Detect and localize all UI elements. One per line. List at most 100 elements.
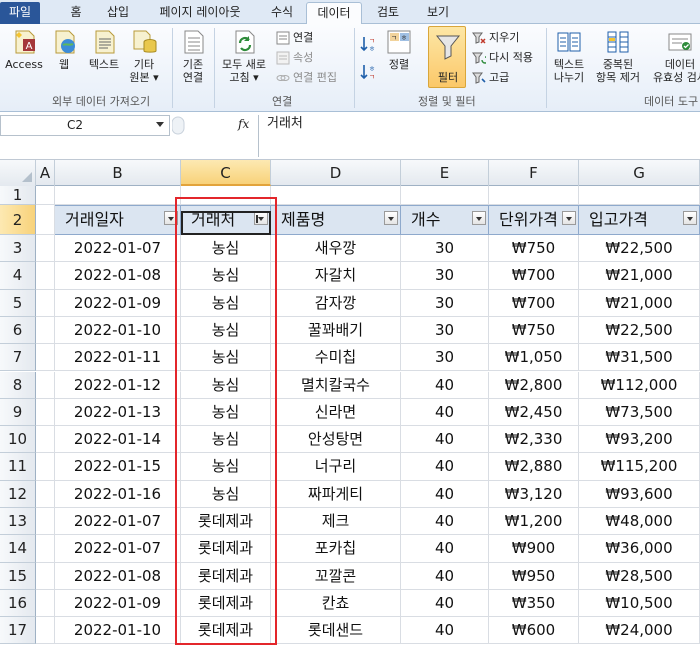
- cell-a2[interactable]: [36, 205, 55, 235]
- filter-dropdown-icon[interactable]: [683, 211, 697, 225]
- cell-f1[interactable]: [489, 186, 579, 205]
- tab-home[interactable]: 홈: [56, 2, 96, 24]
- table-cell[interactable]: ₩900: [489, 535, 579, 563]
- table-cell[interactable]: ₩2,880: [489, 453, 579, 481]
- cell-a15[interactable]: [36, 562, 55, 590]
- row-header-15[interactable]: 15: [0, 562, 36, 590]
- table-cell[interactable]: 안성탕면: [271, 426, 401, 454]
- table-cell[interactable]: 꼬깔콘: [271, 562, 401, 590]
- table-cell[interactable]: ₩950: [489, 562, 579, 590]
- table-cell[interactable]: 30: [401, 344, 489, 372]
- table-cell[interactable]: 30: [401, 316, 489, 345]
- table-cell[interactable]: 40: [401, 562, 489, 590]
- cell-a1[interactable]: [36, 186, 55, 205]
- table-cell[interactable]: 농심: [181, 426, 271, 454]
- table-cell[interactable]: 40: [401, 480, 489, 508]
- cell-a14[interactable]: [36, 535, 55, 563]
- table-cell[interactable]: ₩115,200: [579, 453, 700, 481]
- cell-a9[interactable]: [36, 398, 55, 427]
- tab-page-layout[interactable]: 페이지 레이아웃: [150, 2, 250, 24]
- filter-dropdown-icon[interactable]: [384, 211, 398, 225]
- table-cell[interactable]: 제크: [271, 508, 401, 536]
- row-header-1[interactable]: 1: [0, 186, 36, 205]
- cell-d1[interactable]: [271, 186, 401, 205]
- table-cell[interactable]: ₩28,500: [579, 562, 700, 590]
- table-cell[interactable]: 롯데제과: [181, 562, 271, 590]
- table-cell[interactable]: 30: [401, 235, 489, 263]
- row-header-9[interactable]: 9: [0, 398, 36, 427]
- filter-dropdown-icon[interactable]: [164, 211, 178, 225]
- cell-g1[interactable]: [579, 186, 700, 205]
- table-header-b[interactable]: 거래일자: [55, 205, 181, 235]
- table-cell[interactable]: 2022-01-07: [55, 235, 181, 263]
- select-all-corner[interactable]: [0, 160, 36, 186]
- cell-a16[interactable]: [36, 589, 55, 618]
- table-header-e[interactable]: 개수: [401, 205, 489, 235]
- table-cell[interactable]: 롯데샌드: [271, 617, 401, 645]
- table-cell[interactable]: 감자깡: [271, 289, 401, 317]
- table-cell[interactable]: 포카칩: [271, 535, 401, 563]
- row-header-11[interactable]: 11: [0, 453, 36, 481]
- table-cell[interactable]: ₩22,500: [579, 316, 700, 345]
- table-cell[interactable]: ₩700: [489, 262, 579, 290]
- table-header-c[interactable]: 거래처: [181, 205, 271, 235]
- edit-links-button[interactable]: 연결 편집: [276, 70, 337, 86]
- table-cell[interactable]: 40: [401, 617, 489, 645]
- column-header-a[interactable]: A: [36, 160, 55, 186]
- text-to-columns-button[interactable]: 텍스트 나누기: [548, 28, 590, 84]
- table-cell[interactable]: 수미칩: [271, 344, 401, 372]
- row-header-5[interactable]: 5: [0, 289, 36, 317]
- reapply-button[interactable]: 다시 적용: [472, 50, 533, 66]
- row-header-7[interactable]: 7: [0, 344, 36, 372]
- table-cell[interactable]: 2022-01-09: [55, 589, 181, 618]
- sort-az-button[interactable]: ㄱㅎ: [358, 34, 378, 57]
- row-header-17[interactable]: 17: [0, 617, 36, 645]
- table-cell[interactable]: 40: [401, 535, 489, 563]
- filter-dropdown-icon[interactable]: [472, 211, 486, 225]
- table-cell[interactable]: 칸쵸: [271, 589, 401, 618]
- table-cell[interactable]: 2022-01-13: [55, 398, 181, 427]
- row-header-10[interactable]: 10: [0, 426, 36, 454]
- row-header-3[interactable]: 3: [0, 235, 36, 263]
- table-cell[interactable]: 2022-01-15: [55, 453, 181, 481]
- table-cell[interactable]: 2022-01-14: [55, 426, 181, 454]
- table-cell[interactable]: 2022-01-10: [55, 617, 181, 645]
- table-cell[interactable]: ₩31,500: [579, 344, 700, 372]
- table-cell[interactable]: 40: [401, 398, 489, 427]
- table-cell[interactable]: 농심: [181, 398, 271, 427]
- row-header-13[interactable]: 13: [0, 508, 36, 536]
- table-cell[interactable]: 2022-01-09: [55, 289, 181, 317]
- column-header-g[interactable]: G: [579, 160, 700, 186]
- access-button[interactable]: A Access: [4, 28, 44, 71]
- clear-filter-button[interactable]: 지우기: [472, 30, 519, 46]
- column-header-f[interactable]: F: [489, 160, 579, 186]
- insert-function-icon[interactable]: fx: [238, 117, 249, 131]
- table-cell[interactable]: ₩10,500: [579, 589, 700, 618]
- remove-duplicates-button[interactable]: 중복된 항목 제거: [590, 28, 646, 84]
- row-header-14[interactable]: 14: [0, 535, 36, 563]
- table-cell[interactable]: 새우깡: [271, 235, 401, 263]
- filter-dropdown-icon[interactable]: [254, 211, 268, 225]
- advanced-filter-button[interactable]: 고급: [472, 70, 509, 86]
- row-header-8[interactable]: 8: [0, 371, 36, 399]
- table-cell[interactable]: 농심: [181, 235, 271, 263]
- table-cell[interactable]: 2022-01-07: [55, 535, 181, 563]
- cell-a6[interactable]: [36, 316, 55, 345]
- cell-a17[interactable]: [36, 617, 55, 645]
- column-header-c[interactable]: C: [181, 160, 271, 186]
- filter-dropdown-icon[interactable]: [562, 211, 576, 225]
- table-cell[interactable]: 농심: [181, 316, 271, 345]
- sort-za-button[interactable]: ㅎㄱ: [358, 62, 378, 85]
- tab-review[interactable]: 검토: [368, 2, 408, 24]
- table-cell[interactable]: 2022-01-12: [55, 371, 181, 399]
- table-cell[interactable]: ₩21,000: [579, 289, 700, 317]
- cell-a8[interactable]: [36, 371, 55, 399]
- table-cell[interactable]: 농심: [181, 453, 271, 481]
- table-cell[interactable]: ₩112,000: [579, 371, 700, 399]
- data-validation-button[interactable]: 데이터 유효성 검사: [648, 28, 700, 84]
- table-cell[interactable]: 농심: [181, 371, 271, 399]
- cell-b1[interactable]: [55, 186, 181, 205]
- table-header-f[interactable]: 단위가격: [489, 205, 579, 235]
- table-cell[interactable]: ₩21,000: [579, 262, 700, 290]
- table-cell[interactable]: 농심: [181, 480, 271, 508]
